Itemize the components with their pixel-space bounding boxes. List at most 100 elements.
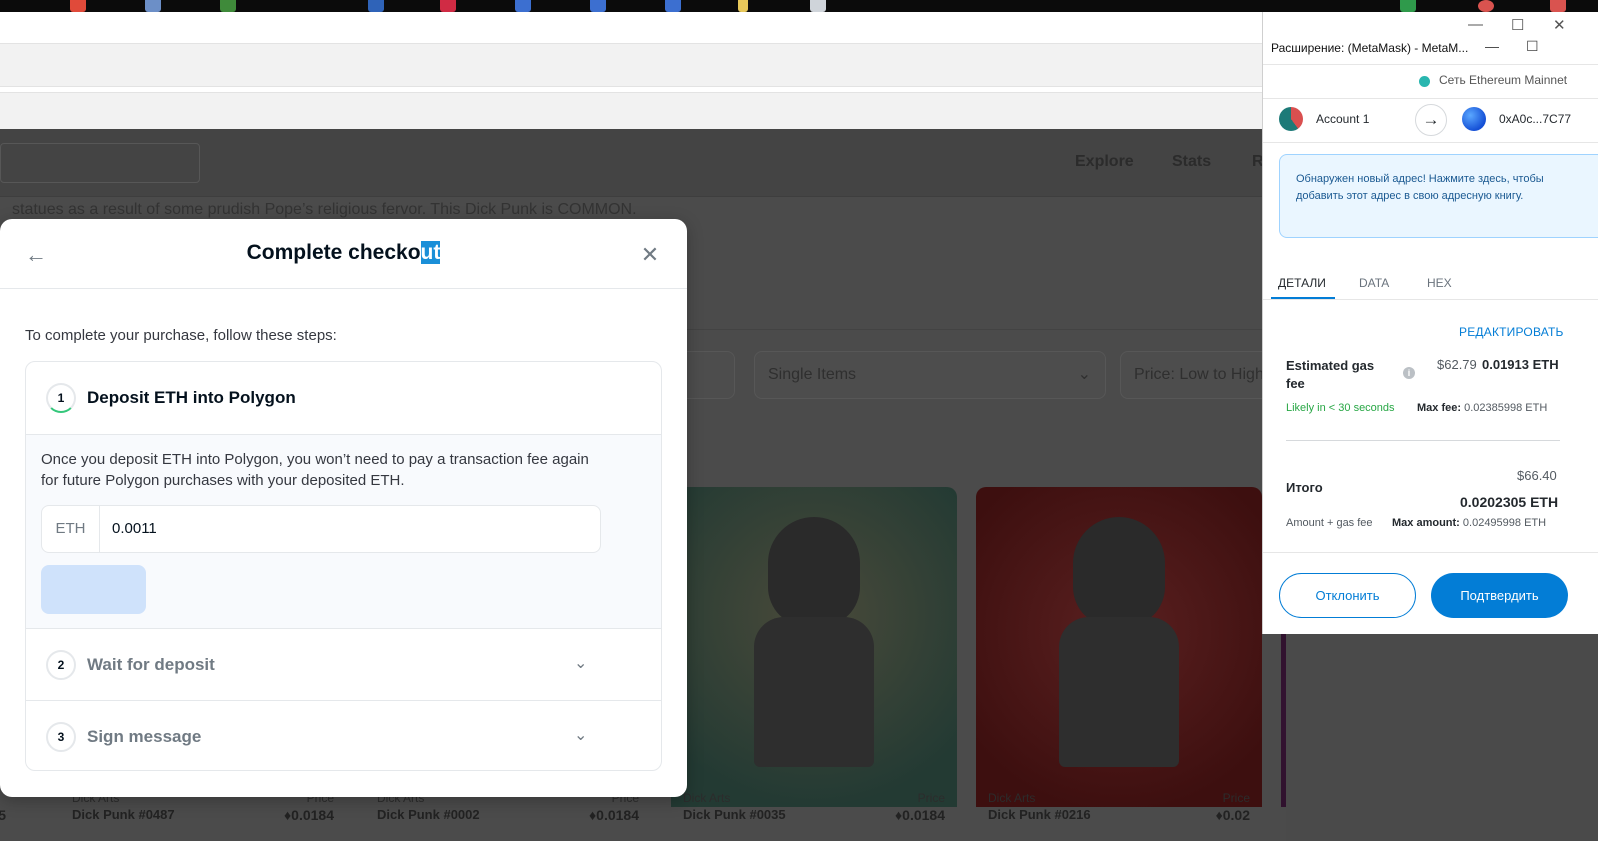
taskbar-app-icon[interactable]: [810, 0, 826, 12]
checkout-steps: 1 Deposit ETH into Polygon Once you depo…: [25, 361, 662, 771]
edit-gas-link[interactable]: РЕДАКТИРОВАТЬ: [1459, 325, 1564, 339]
nft-card-image[interactable]: [976, 487, 1262, 807]
taskbar-app-icon[interactable]: [1478, 0, 1494, 12]
nft-price: ♦0.0184: [895, 807, 945, 823]
step-sign-message[interactable]: 3 Sign message ⌄: [26, 701, 661, 770]
nft-price: ♦0.02: [1215, 807, 1250, 823]
eth-amount-field[interactable]: ETH 0.0011: [41, 505, 601, 553]
total-eth: 0.0202305 ETH: [1460, 494, 1559, 510]
site-header: Explore Stats R: [0, 129, 1286, 197]
browser-chrome: [0, 12, 1286, 129]
close-icon[interactable]: ✕: [638, 243, 662, 267]
account-avatar: [1279, 107, 1303, 131]
popup-maximize-icon[interactable]: ☐: [1526, 38, 1539, 55]
total-fiat: $66.40: [1517, 468, 1557, 483]
nft-collection: Dick Arts: [988, 791, 1036, 805]
modal-title: Complete checkout: [246, 241, 441, 264]
taskbar-app-icon[interactable]: [1550, 0, 1566, 12]
nft-name: Dick Punk #0487: [72, 807, 175, 822]
confirm-button[interactable]: Подтвердить: [1431, 573, 1568, 618]
items-type-select[interactable]: Single Items ⌄: [754, 351, 1106, 399]
nft-name: Dick Punk #0035: [683, 807, 786, 822]
step-deposit[interactable]: 1 Deposit ETH into Polygon: [26, 362, 661, 434]
divider: [1263, 142, 1598, 143]
nft-price: ♦0.0184: [589, 807, 639, 823]
taskbar-app-icon[interactable]: [220, 0, 236, 12]
tab-data[interactable]: DATA: [1359, 276, 1389, 290]
gas-time-estimate: Likely in < 30 seconds: [1286, 402, 1395, 414]
tab-details[interactable]: ДЕТАЛИ: [1278, 276, 1326, 290]
new-address-alert[interactable]: Обнаружен новый адрес! Нажмите здесь, чт…: [1279, 154, 1598, 238]
network-name[interactable]: Сеть Ethereum Mainnet: [1439, 73, 1567, 87]
tab-hex[interactable]: HEX: [1427, 276, 1452, 290]
step-wait-deposit[interactable]: 2 Wait for deposit ⌄: [26, 629, 661, 701]
step-title: Wait for deposit: [87, 655, 215, 674]
eth-amount-value: 0.0011: [112, 520, 157, 537]
chevron-down-icon: ⌄: [574, 655, 588, 672]
taskbar-app-icon[interactable]: [515, 0, 531, 12]
network-status-icon: [1419, 76, 1430, 87]
nft-collection: Dick Arts: [683, 791, 731, 805]
taskbar-app-icon[interactable]: [70, 0, 86, 12]
step-number: 1: [46, 383, 76, 413]
max-amount: Max amount: 0.02495998 ETH: [1392, 517, 1547, 529]
taskbar-app-icon[interactable]: [738, 0, 748, 12]
nft-price: ♦0075: [0, 807, 6, 823]
chevron-down-icon: ⌄: [1077, 366, 1091, 383]
taskbar-app-icon[interactable]: [145, 0, 161, 12]
step-number: 3: [46, 722, 76, 752]
window-minimize-icon[interactable]: —: [1468, 16, 1483, 33]
active-tab-indicator: [1271, 297, 1335, 299]
divider: [1286, 440, 1560, 441]
nav-explore[interactable]: Explore: [1075, 153, 1134, 171]
deposit-explanation: Once you deposit ETH into Polygon, you w…: [41, 451, 589, 489]
taskbar-app-icon[interactable]: [590, 0, 606, 12]
nav-stats[interactable]: Stats: [1172, 153, 1211, 171]
window-title: Расширение: (MetaMask) - MetaM...: [1271, 41, 1469, 55]
reject-button[interactable]: Отклонить: [1279, 573, 1416, 618]
site-search-input[interactable]: [0, 143, 200, 183]
nft-name: Dick Punk #0216: [988, 807, 1091, 822]
nft-card-image[interactable]: [671, 487, 957, 807]
window-close-icon[interactable]: ✕: [1553, 16, 1566, 34]
nft-name: Dick Punk #0002: [377, 807, 480, 822]
max-fee: Max fee: 0.02385998 ETH: [1417, 402, 1548, 414]
taskbar: [0, 0, 1598, 12]
browser-toolbar: [0, 43, 1286, 87]
nft-price-label: Price: [917, 791, 945, 805]
step-number: 2: [46, 650, 76, 680]
divider: [1263, 64, 1598, 65]
total-label: Итого: [1286, 480, 1323, 495]
step-deposit-body: Once you deposit ETH into Polygon, you w…: [26, 434, 661, 629]
gas-fee-eth: 0.01913 ETH: [1482, 357, 1559, 372]
taskbar-app-icon[interactable]: [1400, 0, 1416, 12]
modal-header: ← Complete checkout ✕: [0, 219, 687, 289]
bookmarks-bar: [0, 92, 1286, 129]
gas-fee-fiat: $62.79: [1437, 357, 1477, 372]
chevron-down-icon: ⌄: [574, 727, 588, 744]
nft-card-meta[interactable]: Dick Arts Dick Punk #0035 Price ♦0.0184: [671, 787, 957, 827]
taskbar-app-icon[interactable]: [368, 0, 384, 12]
gas-fee-label: Estimated gas fee: [1286, 358, 1375, 391]
nft-price-label: Price: [1222, 791, 1250, 805]
metamask-popup: — ☐ ✕ Расширение: (MetaMask) - MetaM... …: [1262, 12, 1598, 634]
alert-text: Обнаружен новый адрес! Нажмите здесь, чт…: [1296, 173, 1544, 202]
taskbar-app-icon[interactable]: [440, 0, 456, 12]
tabs: ДЕТАЛИ DATA HEX: [1263, 270, 1598, 300]
items-type-value: Single Items: [768, 366, 857, 383]
deposit-button[interactable]: [41, 565, 146, 614]
recipient-avatar: [1462, 107, 1486, 131]
step-title: Deposit ETH into Polygon: [87, 388, 296, 407]
currency-label: ETH: [42, 506, 100, 552]
info-icon[interactable]: i: [1403, 367, 1415, 379]
popup-minimize-icon[interactable]: —: [1485, 38, 1499, 54]
window-maximize-icon[interactable]: ☐: [1511, 16, 1524, 34]
checkout-modal: ← Complete checkout ✕ To complete your p…: [0, 219, 687, 797]
recipient-address[interactable]: 0xA0c...7C77: [1499, 112, 1571, 126]
nft-card-meta[interactable]: Dick Arts Dick Punk #0216 Price ♦0.02: [976, 787, 1262, 827]
taskbar-app-icon[interactable]: [665, 0, 681, 12]
divider: [1263, 552, 1598, 553]
account-name[interactable]: Account 1: [1316, 112, 1369, 126]
sort-value: Price: Low to High: [1134, 366, 1264, 383]
checkout-intro: To complete your purchase, follow these …: [25, 327, 337, 344]
